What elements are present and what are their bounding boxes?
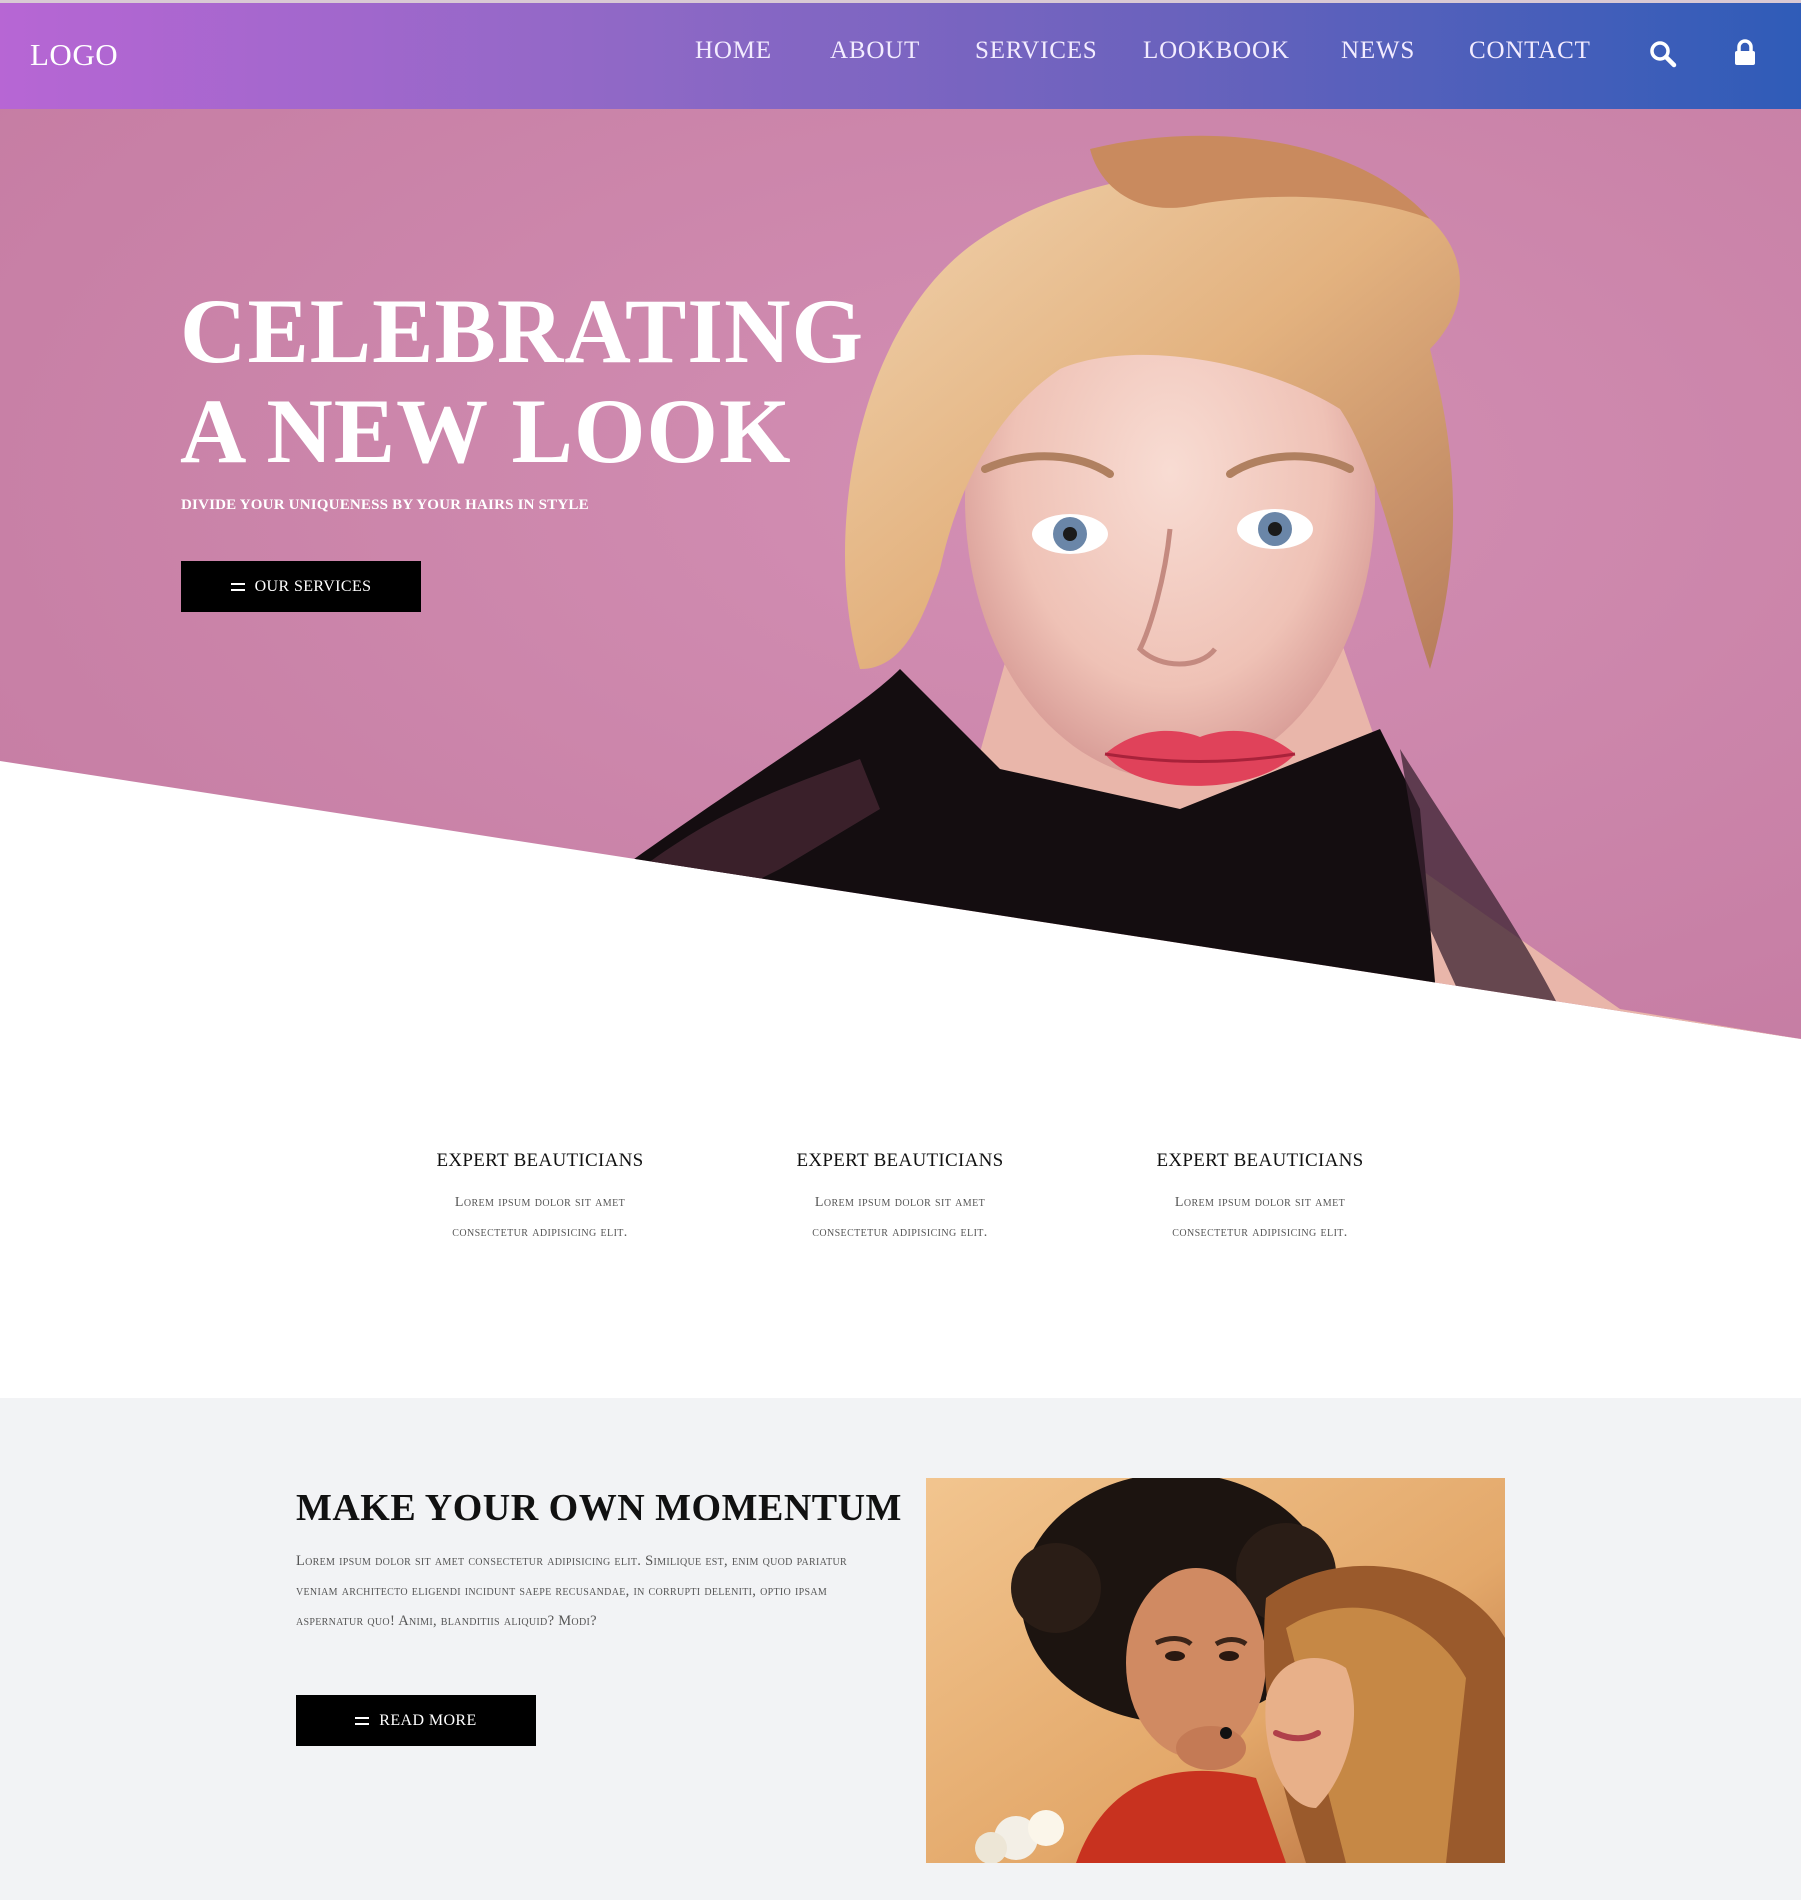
our-services-button[interactable]: OUR SERVICES <box>181 561 421 612</box>
menu-icon <box>355 1716 370 1725</box>
feature-text: Lorem ipsum dolor sit amet consectetur a… <box>1172 1195 1348 1240</box>
menu-icon <box>230 582 245 591</box>
nav-about[interactable]: ABOUT <box>830 37 920 65</box>
read-more-button[interactable]: READ MORE <box>296 1695 536 1746</box>
hero-subtitle: DIVIDE YOUR UNIQUENESS BY YOUR HAIRS IN … <box>181 497 589 513</box>
feature-title: EXPERT BEAUTICIANS <box>796 1150 1004 1171</box>
nav-lookbook[interactable]: LOOKBOOK <box>1143 37 1290 65</box>
nav-services[interactable]: SERVICES <box>975 37 1097 65</box>
momentum-section: MAKE YOUR OWN MOMENTUM Lorem ipsum dolor… <box>0 1398 1801 1900</box>
feature-text: Lorem ipsum dolor sit amet consectetur a… <box>812 1195 988 1240</box>
feature-card: EXPERT BEAUTICIANS Lorem ipsum dolor sit… <box>750 1150 1050 1248</box>
feature-title: EXPERT BEAUTICIANS <box>1156 1150 1364 1171</box>
nav-home[interactable]: HOME <box>695 37 772 65</box>
nav-contact[interactable]: CONTACT <box>1469 37 1591 65</box>
hero-title: CELEBRATING A NEW LOOK <box>180 280 865 482</box>
lock-icon[interactable] <box>1731 39 1759 67</box>
main-nav: HOME ABOUT SERVICES LOOKBOOK NEWS CONTAC… <box>0 37 1801 77</box>
momentum-title: MAKE YOUR OWN MOMENTUM <box>296 1487 902 1529</box>
makeup-artist-photo <box>926 1478 1505 1863</box>
feature-title: EXPERT BEAUTICIANS <box>436 1150 644 1171</box>
read-more-label: READ MORE <box>379 1711 477 1729</box>
hero-section: CELEBRATING A NEW LOOK DIVIDE YOUR UNIQU… <box>0 109 1801 1039</box>
our-services-label: OUR SERVICES <box>254 577 372 595</box>
site-header: LOGO HOME ABOUT SERVICES LOOKBOOK NEWS C… <box>0 3 1801 109</box>
feature-text: Lorem ipsum dolor sit amet consectetur a… <box>452 1195 628 1240</box>
feature-card: EXPERT BEAUTICIANS Lorem ipsum dolor sit… <box>1110 1150 1410 1248</box>
momentum-text: Lorem ipsum dolor sit amet consectetur a… <box>296 1553 847 1629</box>
feature-card: EXPERT BEAUTICIANS Lorem ipsum dolor sit… <box>390 1150 690 1248</box>
search-icon[interactable] <box>1649 40 1677 68</box>
nav-news[interactable]: NEWS <box>1341 37 1415 65</box>
